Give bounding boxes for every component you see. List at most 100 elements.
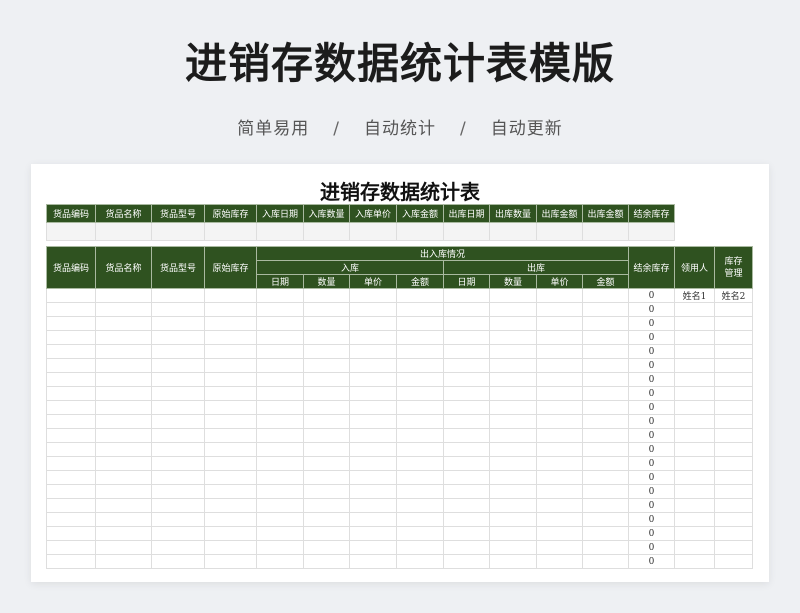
table-cell[interactable]: [46, 358, 96, 373]
table-cell[interactable]: [349, 442, 397, 457]
table-cell[interactable]: [256, 316, 304, 331]
table-cell[interactable]: [489, 414, 537, 429]
table-cell[interactable]: [396, 526, 444, 541]
table-cell[interactable]: [489, 498, 537, 513]
balance-cell[interactable]: 0: [628, 316, 675, 331]
table-cell[interactable]: [674, 330, 715, 345]
balance-cell[interactable]: 0: [628, 554, 675, 569]
balance-cell[interactable]: 0: [628, 358, 675, 373]
table-cell[interactable]: [256, 344, 304, 359]
table-cell[interactable]: [396, 288, 444, 303]
balance-cell[interactable]: 0: [628, 288, 675, 303]
table-cell[interactable]: [443, 330, 490, 345]
table-cell[interactable]: [303, 372, 350, 387]
summary-cell[interactable]: [628, 222, 675, 241]
balance-cell[interactable]: 0: [628, 484, 675, 499]
table-cell[interactable]: [303, 526, 350, 541]
table-cell[interactable]: [443, 498, 490, 513]
table-cell[interactable]: [582, 386, 629, 401]
table-cell[interactable]: [714, 470, 753, 485]
table-cell[interactable]: [489, 316, 537, 331]
table-cell[interactable]: [151, 316, 205, 331]
table-cell[interactable]: [151, 302, 205, 317]
table-cell[interactable]: [349, 554, 397, 569]
table-cell[interactable]: [151, 540, 205, 555]
table-cell[interactable]: [95, 512, 152, 527]
table-cell[interactable]: [204, 372, 257, 387]
table-cell[interactable]: [349, 316, 397, 331]
table-cell[interactable]: [536, 540, 583, 555]
table-cell[interactable]: [46, 330, 96, 345]
table-cell[interactable]: [443, 484, 490, 499]
table-cell[interactable]: [95, 498, 152, 513]
table-cell[interactable]: [95, 456, 152, 471]
table-cell[interactable]: [489, 526, 537, 541]
table-cell[interactable]: [256, 288, 304, 303]
table-cell[interactable]: [582, 498, 629, 513]
summary-cell[interactable]: [489, 222, 537, 241]
table-cell[interactable]: [582, 554, 629, 569]
table-cell[interactable]: [204, 442, 257, 457]
table-cell[interactable]: [674, 414, 715, 429]
table-cell[interactable]: [303, 484, 350, 499]
table-cell[interactable]: [46, 372, 96, 387]
table-cell[interactable]: [582, 484, 629, 499]
table-cell[interactable]: [349, 386, 397, 401]
table-cell[interactable]: [489, 330, 537, 345]
table-cell[interactable]: [46, 302, 96, 317]
table-cell[interactable]: [204, 330, 257, 345]
table-cell[interactable]: [536, 428, 583, 443]
table-cell[interactable]: [396, 484, 444, 499]
table-cell[interactable]: [303, 512, 350, 527]
table-cell[interactable]: [303, 456, 350, 471]
table-cell[interactable]: [582, 330, 629, 345]
table-cell[interactable]: [204, 484, 257, 499]
table-cell[interactable]: [674, 400, 715, 415]
summary-cell[interactable]: [396, 222, 444, 241]
table-cell[interactable]: [256, 554, 304, 569]
table-cell[interactable]: [349, 428, 397, 443]
table-cell[interactable]: [151, 442, 205, 457]
table-cell[interactable]: [349, 512, 397, 527]
table-cell[interactable]: [151, 414, 205, 429]
table-cell[interactable]: [443, 302, 490, 317]
table-cell[interactable]: [303, 554, 350, 569]
table-cell[interactable]: [674, 554, 715, 569]
table-cell[interactable]: [349, 400, 397, 415]
table-cell[interactable]: [46, 442, 96, 457]
table-cell[interactable]: [714, 372, 753, 387]
summary-cell[interactable]: [536, 222, 583, 241]
table-cell[interactable]: [714, 386, 753, 401]
table-cell[interactable]: [46, 484, 96, 499]
table-cell[interactable]: [674, 358, 715, 373]
table-cell[interactable]: [95, 344, 152, 359]
table-cell[interactable]: [46, 540, 96, 555]
table-cell[interactable]: [674, 512, 715, 527]
table-cell[interactable]: [256, 456, 304, 471]
table-cell[interactable]: [46, 414, 96, 429]
table-cell[interactable]: [151, 512, 205, 527]
balance-cell[interactable]: 0: [628, 386, 675, 401]
table-cell[interactable]: [46, 400, 96, 415]
table-cell[interactable]: [396, 302, 444, 317]
table-cell[interactable]: [674, 442, 715, 457]
table-cell[interactable]: [303, 414, 350, 429]
table-cell[interactable]: [489, 470, 537, 485]
summary-cell[interactable]: [349, 222, 397, 241]
table-cell[interactable]: [582, 526, 629, 541]
table-cell[interactable]: [443, 554, 490, 569]
table-cell[interactable]: [349, 498, 397, 513]
table-cell[interactable]: [674, 540, 715, 555]
table-cell[interactable]: [303, 428, 350, 443]
table-cell[interactable]: [303, 344, 350, 359]
balance-cell[interactable]: 0: [628, 456, 675, 471]
table-cell[interactable]: [396, 316, 444, 331]
table-cell[interactable]: [396, 414, 444, 429]
table-cell[interactable]: [674, 526, 715, 541]
table-cell[interactable]: [204, 386, 257, 401]
table-cell[interactable]: [674, 344, 715, 359]
table-cell[interactable]: [151, 428, 205, 443]
summary-cell[interactable]: [443, 222, 490, 241]
table-cell[interactable]: [674, 428, 715, 443]
balance-cell[interactable]: 0: [628, 498, 675, 513]
